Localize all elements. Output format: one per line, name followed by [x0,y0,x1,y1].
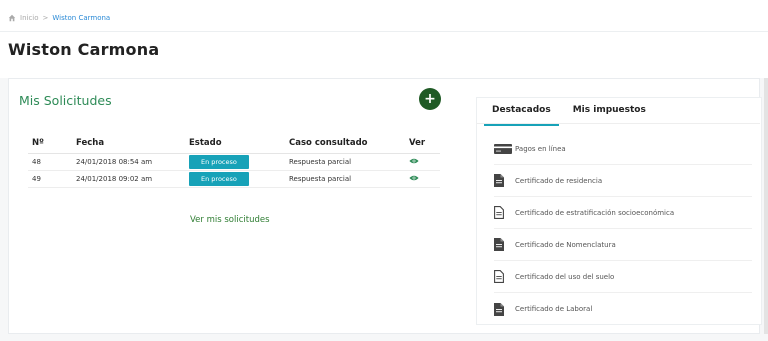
link-pagos-en-linea[interactable]: Pagos en línea [494,133,752,165]
view-all-requests-link[interactable]: Ver mis solicitudes [190,215,270,225]
page-title: Wiston Carmona [8,40,160,59]
request-case: Respuesta parcial [285,170,405,188]
breadcrumb-divider [0,31,768,32]
table-row: 49 24/01/2018 09:02 am En proceso Respue… [28,170,440,188]
request-view-cell [405,153,440,171]
table-header-row: Nº Fecha Estado Caso consultado Ver [28,133,440,154]
link-certificado-estratificacion[interactable]: Certificado de estratificación socioecon… [494,197,752,229]
request-status-cell: En proceso [185,170,285,188]
breadcrumb-current: Wiston Carmona [52,14,111,22]
icon-wrapper [494,206,512,219]
document-filled-icon [494,302,504,316]
icon-wrapper [494,174,512,187]
requests-table: Nº Fecha Estado Caso consultado Ver 48 2… [28,133,440,188]
status-badge: En proceso [189,154,249,169]
icon-wrapper [494,143,512,154]
scrollbar[interactable] [764,78,768,334]
column-header-num: Nº [28,133,72,154]
request-date: 24/01/2018 08:54 am [72,153,185,171]
request-view-cell [405,170,440,188]
request-number: 49 [28,170,72,188]
home-icon [8,14,16,22]
eye-icon[interactable] [409,174,419,182]
column-header-caso: Caso consultado [285,133,405,154]
icon-wrapper [494,302,512,316]
request-status-cell: En proceso [185,153,285,171]
icon-wrapper [494,238,512,251]
document-outline-icon [494,206,504,219]
table-row: 48 24/01/2018 08:54 am En proceso Respue… [28,153,440,171]
breadcrumb-home-link[interactable]: Inicio [20,14,39,22]
link-label: Pagos en línea [515,144,566,153]
column-header-estado: Estado [185,133,285,154]
link-label: Certificado de Laboral [515,305,593,313]
eye-icon[interactable] [409,157,419,165]
link-label: Certificado de residencia [515,176,603,185]
requests-card-title: Mis Solicitudes [19,93,112,108]
tabs-divider [476,123,760,124]
link-certificado-residencia[interactable]: Certificado de residencia [494,165,752,197]
header-area [0,0,768,78]
column-header-ver: Ver [405,133,440,154]
link-label: Certificado del uso del suelo [515,272,615,281]
link-certificado-nomenclatura[interactable]: Certificado de Nomenclatura [494,229,752,261]
link-certificado-uso-suelo[interactable]: Certificado del uso del suelo [494,261,752,293]
link-certificado-laboral[interactable]: Certificado de Laboral [494,293,752,325]
featured-links-list: Pagos en línea Certificado de residencia… [494,133,752,325]
document-filled-icon [494,174,504,187]
add-request-button[interactable]: + [419,88,441,110]
column-header-fecha: Fecha [72,133,185,154]
icon-wrapper [494,270,512,283]
link-label: Certificado de Nomenclatura [515,240,616,249]
link-label: Certificado de estratificación socioecon… [515,208,675,217]
breadcrumb: Inicio > Wiston Carmona [8,14,110,22]
credit-card-icon [494,143,512,154]
request-number: 48 [28,153,72,171]
request-date: 24/01/2018 09:02 am [72,170,185,188]
request-case: Respuesta parcial [285,153,405,171]
status-badge: En proceso [189,171,249,186]
breadcrumb-separator: > [42,14,49,22]
document-filled-icon [494,238,504,251]
document-outline-icon [494,270,504,283]
